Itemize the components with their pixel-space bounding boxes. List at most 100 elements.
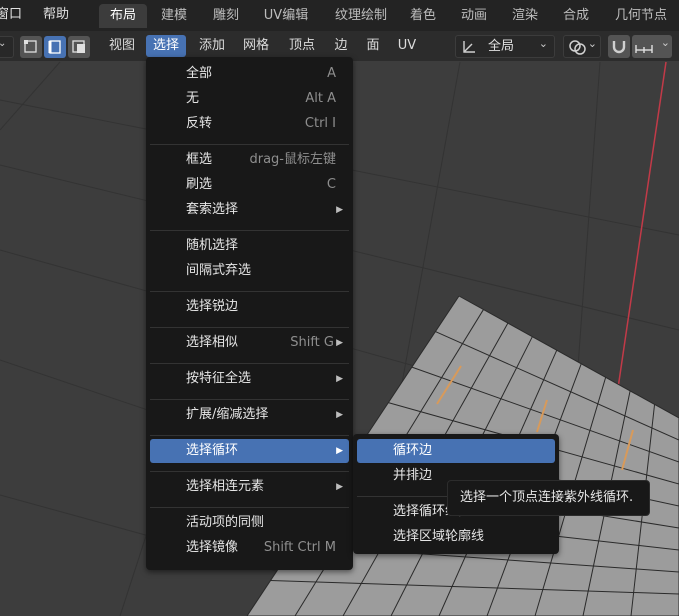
menu-item-label: 选择锐边 [186, 299, 239, 314]
shortcut-label: Shift Ctrl M [263, 540, 336, 555]
submenu-arrow-icon: ▶ [336, 410, 343, 420]
menu-item-label: 并排边 [393, 468, 433, 483]
menu-separator [150, 435, 349, 436]
tab-texture-paint[interactable]: 纹理绘制 [326, 4, 396, 28]
menu-item-label: 反转 [186, 116, 213, 131]
magnet-icon [612, 41, 626, 54]
snap-target-dropdown[interactable]: ⌄ [632, 35, 672, 58]
tab-uv-editing[interactable]: UV编辑 [255, 4, 317, 28]
mode-dropdown[interactable]: ⌄ [0, 36, 14, 58]
menu-item-select-more-less[interactable]: 扩展/缩减选择 ▶ [150, 403, 349, 427]
menu-item-label: 选择相似 [186, 335, 239, 350]
tab-geometry-nodes[interactable]: 几何节点 [606, 4, 676, 28]
tab-shading[interactable]: 着色 [401, 4, 445, 28]
menu-item-select-sharp-edges[interactable]: 选择锐边 [150, 295, 349, 319]
menu-item-label: 间隔式弃选 [186, 263, 252, 278]
menu-item-label: 框选 [186, 152, 213, 167]
submenu-item-edge-loops[interactable]: 循环边 [357, 439, 555, 463]
menu-item-select-none[interactable]: 无 Alt A [150, 87, 349, 111]
orientation-value: 全局 [488, 39, 515, 54]
submenu-arrow-icon: ▶ [336, 205, 343, 215]
menu-face[interactable]: 面 [362, 35, 384, 57]
submenu-arrow-icon: ▶ [336, 374, 343, 384]
menu-item-label: 选择相连元素 [186, 479, 265, 494]
link-icon [569, 40, 586, 55]
shortcut-label: Ctrl I [304, 116, 336, 131]
chevron-down-icon: ⌄ [587, 37, 597, 50]
menu-separator [150, 144, 349, 145]
menu-separator [150, 291, 349, 292]
menu-separator [150, 399, 349, 400]
menu-select[interactable]: 选择 [146, 35, 186, 57]
menu-separator [150, 507, 349, 508]
menu-item-circle-select[interactable]: 刷选 C [150, 173, 349, 197]
menu-item-select-mirror[interactable]: 选择镜像 Shift Ctrl M [150, 536, 349, 560]
menu-item-checker-deselect[interactable]: 间隔式弃选 [150, 259, 349, 283]
menu-item-label: 选择循环 [186, 443, 239, 458]
pivot-snapping-dropdown[interactable]: ⌄ [563, 35, 601, 58]
menu-window[interactable]: 窗口 [0, 4, 30, 26]
menu-item-label: 随机选择 [186, 238, 239, 253]
face-select-mode-button[interactable] [68, 36, 90, 58]
shortcut-label: A [327, 66, 336, 81]
menu-separator [150, 230, 349, 231]
menu-item-label: 活动项的同侧 [186, 515, 265, 530]
tab-compositing[interactable]: 合成 [554, 4, 598, 28]
tab-animation[interactable]: 动画 [452, 4, 496, 28]
workspace-bar: 窗口 帮助 布局 建模 雕刻 UV编辑 纹理绘制 着色 动画 渲染 合成 几何节… [0, 0, 679, 31]
transform-orientation-dropdown[interactable]: 全局 ⌄ [455, 35, 555, 58]
menu-help[interactable]: 帮助 [43, 4, 73, 26]
menu-vertex[interactable]: 顶点 [284, 35, 320, 57]
tab-layout[interactable]: 布局 [99, 4, 147, 28]
shortcut-label: Shift G [290, 335, 334, 350]
menu-view[interactable]: 视图 [104, 35, 140, 57]
submenu-arrow-icon: ▶ [336, 446, 343, 456]
snap-toggle-button[interactable] [608, 35, 630, 58]
menu-item-select-similar[interactable]: 选择相似 Shift G ▶ [150, 331, 349, 355]
shortcut-label: drag-鼠标左键 [249, 152, 336, 167]
chevron-down-icon: ⌄ [538, 37, 548, 50]
menu-separator [150, 363, 349, 364]
shortcut-label: Alt A [305, 91, 336, 106]
submenu-item-boundary-loop[interactable]: 选择区域轮廓线 [357, 525, 555, 549]
menu-item-label: 全部 [186, 66, 213, 81]
tab-modeling[interactable]: 建模 [152, 4, 196, 28]
select-menu: 全部 A 无 Alt A 反转 Ctrl I 框选 drag-鼠标左键 刷选 C 套索选择… [146, 57, 353, 570]
menu-item-label: 按特征全选 [186, 371, 252, 386]
menu-item-lasso-select[interactable]: 套索选择 ▶ [150, 198, 349, 222]
menu-item-select-loops[interactable]: 选择循环 ▶ [150, 439, 349, 463]
menu-item-select-all-by-trait[interactable]: 按特征全选 ▶ [150, 367, 349, 391]
menu-add[interactable]: 添加 [194, 35, 230, 57]
edge-select-mode-button[interactable] [44, 36, 66, 58]
menu-item-label: 刷选 [186, 177, 213, 192]
menu-item-select-random[interactable]: 随机选择 [150, 234, 349, 258]
tab-rendering[interactable]: 渲染 [503, 4, 547, 28]
menu-mesh[interactable]: 网格 [238, 35, 274, 57]
menu-edge[interactable]: 边 [330, 35, 352, 57]
chevron-down-icon: ⌄ [0, 38, 7, 49]
snap-increment-icon [635, 45, 653, 53]
submenu-arrow-icon: ▶ [336, 482, 343, 492]
tooltip: 选择一个顶点连接紫外线循环. [447, 480, 650, 516]
menu-item-label: 循环边 [393, 443, 433, 458]
menu-item-invert[interactable]: 反转 Ctrl I [150, 112, 349, 136]
menu-item-select-linked[interactable]: 选择相连元素 ▶ [150, 475, 349, 499]
edge-mode-icon [48, 40, 61, 54]
vertex-mode-icon [24, 40, 37, 53]
menu-item-box-select[interactable]: 框选 drag-鼠标左键 [150, 148, 349, 172]
menu-item-label: 套索选择 [186, 202, 239, 217]
menu-item-label: 选择区域轮廓线 [393, 529, 485, 544]
menu-item-label: 选择镜像 [186, 540, 239, 555]
chevron-down-icon: ⌄ [660, 36, 670, 49]
menu-item-label: 无 [186, 91, 200, 106]
vertex-select-mode-button[interactable] [20, 36, 42, 58]
shortcut-label: C [326, 177, 336, 192]
orientation-axes-icon [463, 41, 475, 53]
menu-uv[interactable]: UV [394, 35, 420, 57]
menu-item-select-all[interactable]: 全部 A [150, 62, 349, 86]
menu-item-side-of-active[interactable]: 活动项的同侧 [150, 511, 349, 535]
tab-sculpting[interactable]: 雕刻 [204, 4, 248, 28]
face-mode-icon [72, 40, 85, 53]
menu-separator [150, 327, 349, 328]
submenu-arrow-icon: ▶ [336, 338, 343, 348]
